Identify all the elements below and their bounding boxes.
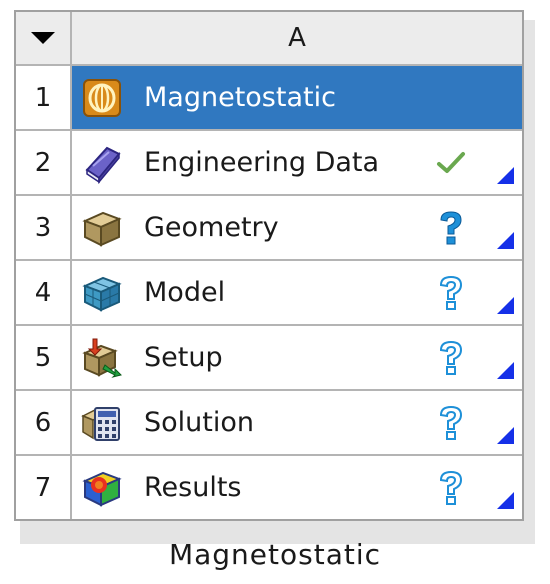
unfulfilled-question-icon [432, 403, 470, 443]
cell-engineering-data[interactable]: Engineering Data [72, 131, 522, 194]
row-number: 2 [16, 131, 72, 194]
attention-required-icon [432, 208, 470, 248]
unfulfilled-question-icon [432, 273, 470, 313]
context-menu-arrow-icon[interactable] [497, 427, 514, 444]
up-to-date-check-icon [432, 143, 470, 183]
system-row-model[interactable]: 4 Model [16, 259, 522, 324]
model-icon [80, 271, 124, 315]
setup-icon [80, 336, 124, 380]
magnetostatic-icon [80, 76, 124, 120]
cell-title[interactable]: Magnetostatic [72, 66, 522, 129]
row-number: 7 [16, 456, 72, 519]
context-menu-arrow-icon[interactable] [497, 167, 514, 184]
row-number: 1 [16, 66, 72, 129]
system-row-results[interactable]: 7 Results [16, 454, 522, 519]
column-header: A [72, 12, 522, 64]
system-menu-button[interactable] [16, 12, 72, 64]
system-grid: A 1 Magnetostatic 2 Engineering Data 3 G… [14, 10, 524, 521]
context-menu-arrow-icon[interactable] [497, 362, 514, 379]
context-menu-arrow-icon[interactable] [497, 232, 514, 249]
cell-label: Setup [144, 342, 223, 373]
results-icon [80, 466, 124, 510]
context-menu-arrow-icon[interactable] [497, 492, 514, 509]
cell-results[interactable]: Results [72, 456, 522, 519]
system-row-solution[interactable]: 6 Solution [16, 389, 522, 454]
system-caption[interactable]: Magnetostatic [0, 538, 550, 571]
geometry-icon [80, 206, 124, 250]
cell-label: Engineering Data [144, 147, 380, 178]
unfulfilled-question-icon [432, 468, 470, 508]
row-number: 6 [16, 391, 72, 454]
system-row-geometry[interactable]: 3 Geometry [16, 194, 522, 259]
context-menu-arrow-icon[interactable] [497, 297, 514, 314]
row-number: 4 [16, 261, 72, 324]
cell-setup[interactable]: Setup [72, 326, 522, 389]
cell-label: Magnetostatic [144, 82, 336, 113]
cell-label: Model [144, 277, 226, 308]
row-number: 5 [16, 326, 72, 389]
system-row-engineering-data[interactable]: 2 Engineering Data [16, 129, 522, 194]
cell-geometry[interactable]: Geometry [72, 196, 522, 259]
unfulfilled-question-icon [432, 338, 470, 378]
system-row-setup[interactable]: 5 Setup [16, 324, 522, 389]
solution-icon [80, 401, 124, 445]
row-number: 3 [16, 196, 72, 259]
cell-label: Solution [144, 407, 254, 438]
cell-model[interactable]: Model [72, 261, 522, 324]
engineering-data-icon [80, 141, 124, 185]
dropdown-arrow-icon [31, 32, 55, 44]
cell-solution[interactable]: Solution [72, 391, 522, 454]
analysis-system-block[interactable]: A 1 Magnetostatic 2 Engineering Data 3 G… [14, 10, 524, 521]
cell-label: Geometry [144, 212, 279, 243]
cell-label: Results [144, 472, 242, 503]
system-row-title[interactable]: 1 Magnetostatic [16, 64, 522, 129]
header-row: A [16, 12, 522, 64]
